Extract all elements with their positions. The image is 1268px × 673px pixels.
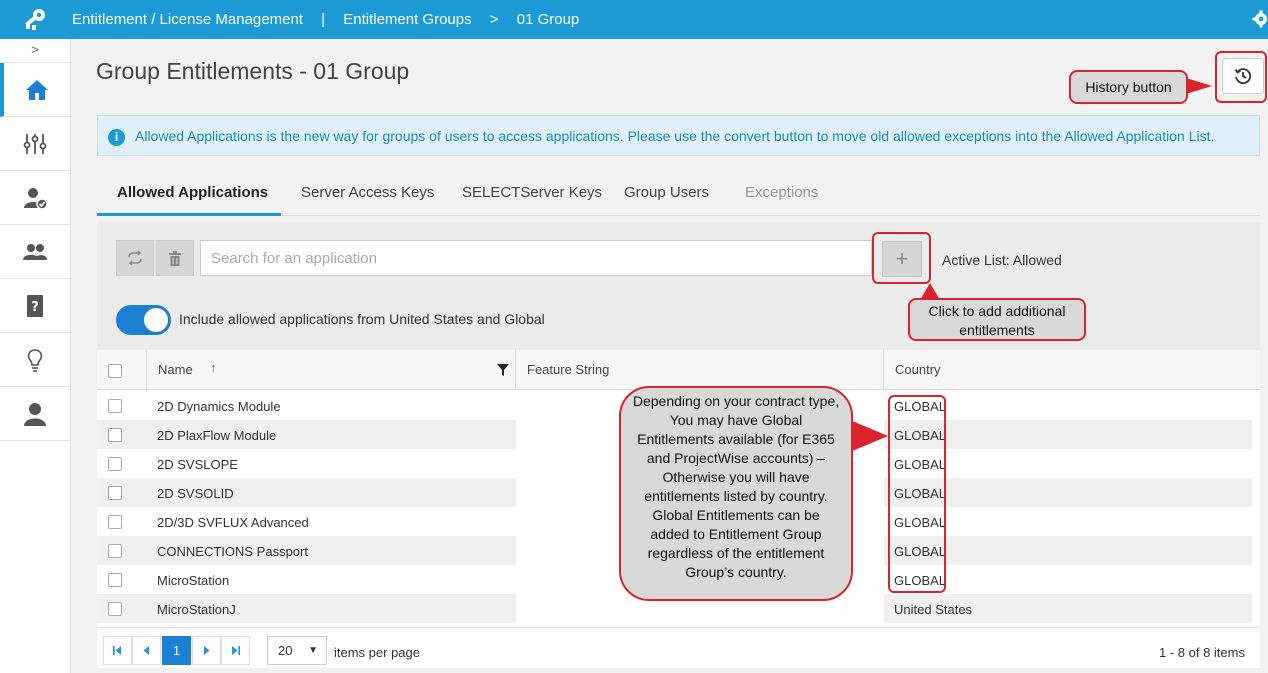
svg-text:?: ? xyxy=(31,300,39,315)
row-checkbox[interactable] xyxy=(108,544,122,558)
breadcrumb-entitlement-groups[interactable]: Entitlement Groups xyxy=(343,11,471,28)
sidebar-expand-toggle[interactable]: > xyxy=(0,39,70,63)
next-page-icon xyxy=(204,646,210,655)
sidebar-item-ideas[interactable] xyxy=(0,333,70,387)
sidebar-item-settings[interactable] xyxy=(0,117,70,171)
profile-icon xyxy=(24,402,46,426)
history-button-callout: History button xyxy=(1069,70,1188,104)
application-search-input[interactable] xyxy=(200,240,872,276)
sidebar-item-profile[interactable] xyxy=(0,387,70,441)
row-name: 2D SVSLOPE xyxy=(157,457,238,472)
last-page-button[interactable] xyxy=(221,636,250,665)
sliders-icon xyxy=(23,133,47,154)
home-icon xyxy=(26,79,48,100)
sort-ascending-icon: ↑ xyxy=(210,360,217,375)
next-page-button[interactable] xyxy=(192,636,221,665)
column-header-country[interactable]: Country xyxy=(883,350,1260,390)
history-callout-pointer xyxy=(1186,78,1212,94)
history-callout-text: History button xyxy=(1085,79,1172,95)
tab-selectserver-keys[interactable]: SELECTServer Keys xyxy=(462,184,602,201)
active-tab-indicator xyxy=(97,213,281,216)
row-name: 2D PlaxFlow Module xyxy=(157,428,277,443)
user-check-icon xyxy=(24,187,48,210)
filter-icon[interactable] xyxy=(497,364,509,376)
info-banner: i Allowed Applications is the new way fo… xyxy=(97,115,1260,156)
row-checkbox[interactable] xyxy=(108,515,122,529)
row-name: 2D SVSOLID xyxy=(157,486,234,501)
column-name-label: Name xyxy=(158,362,193,377)
include-global-label: Include allowed applications from United… xyxy=(179,311,545,327)
gear-icon[interactable] xyxy=(1252,10,1268,28)
users-icon xyxy=(23,243,47,260)
row-name: MicroStationJ xyxy=(157,602,236,617)
sidebar-item-groups[interactable] xyxy=(0,225,70,279)
first-page-icon xyxy=(113,646,121,655)
history-icon xyxy=(1234,68,1252,85)
breadcrumb-current: 01 Group xyxy=(516,11,580,28)
tab-exceptions: Exceptions xyxy=(745,184,819,201)
row-checkbox[interactable] xyxy=(108,486,122,500)
country-global-highlight xyxy=(888,395,946,593)
page-title: Group Entitlements - 01 Group xyxy=(96,58,410,84)
first-page-button[interactable] xyxy=(103,636,132,665)
sidebar: > ? xyxy=(0,39,71,673)
help-book-icon: ? xyxy=(27,294,43,317)
sidebar-item-home[interactable] xyxy=(0,63,70,117)
row-name: MicroStation xyxy=(157,573,230,588)
add-button-callout: Click to add additional entitlements xyxy=(908,298,1086,341)
dropdown-arrow-icon: ▼ xyxy=(308,645,318,656)
column-header-name[interactable]: Name ↑ xyxy=(146,350,516,390)
toggle-knob xyxy=(144,308,168,332)
breadcrumb-app[interactable]: Entitlement / License Management xyxy=(72,11,303,28)
tab-group-users[interactable]: Group Users xyxy=(624,184,709,201)
previous-page-button[interactable] xyxy=(132,636,161,665)
tab-server-access-keys[interactable]: Server Access Keys xyxy=(301,184,434,201)
add-callout-text: Click to add additional entitlements xyxy=(928,303,1066,338)
tab-bar: Allowed Applications Server Access Keys … xyxy=(97,172,1260,216)
page-1-button[interactable]: 1 xyxy=(162,636,191,665)
column-header-feature-string[interactable]: Feature String xyxy=(515,350,884,390)
breadcrumb-arrow: > xyxy=(489,11,499,28)
delete-button[interactable] xyxy=(156,240,194,276)
previous-page-icon xyxy=(143,646,149,655)
row-country: United States xyxy=(894,602,973,617)
pager-summary: 1 - 8 of 8 items xyxy=(1159,645,1245,660)
tab-allowed-applications[interactable]: Allowed Applications xyxy=(117,184,268,201)
lightbulb-icon xyxy=(27,348,43,372)
row-checkbox[interactable] xyxy=(108,428,122,442)
country-callout-pointer xyxy=(850,420,888,452)
row-name: CONNECTIONS Passport xyxy=(157,544,308,559)
sidebar-item-user-approval[interactable] xyxy=(0,171,70,225)
breadcrumb-separator: | xyxy=(321,11,326,28)
last-page-icon xyxy=(232,646,240,655)
add-button-highlight xyxy=(872,232,931,284)
row-checkbox[interactable] xyxy=(108,602,122,616)
convert-arrows-icon xyxy=(128,251,142,265)
page-size-value: 20 xyxy=(278,643,293,658)
country-callout-text: Depending on your contract type, You may… xyxy=(632,393,840,580)
row-checkbox[interactable] xyxy=(108,457,122,471)
key-wrench-logo-icon[interactable] xyxy=(22,8,48,32)
items-per-page-label: items per page xyxy=(334,645,420,660)
active-list-label: Active List: Allowed xyxy=(942,252,1062,268)
top-bar: Entitlement / License Management | Entit… xyxy=(0,0,1268,39)
select-all-checkbox[interactable] xyxy=(108,364,122,378)
grid-header: Name ↑ Feature String Country xyxy=(97,350,1260,390)
country-callout: Depending on your contract type, You may… xyxy=(619,386,853,601)
trash-icon xyxy=(169,250,181,266)
info-icon: i xyxy=(108,129,125,146)
include-global-toggle[interactable] xyxy=(116,305,171,335)
row-checkbox[interactable] xyxy=(108,399,122,413)
row-name: 2D/3D SVFLUX Advanced xyxy=(157,515,309,530)
page-size-select[interactable]: 20 ▼ xyxy=(267,636,327,665)
pager: 1 20 ▼ items per page 1 - 8 of 8 items xyxy=(97,627,1260,668)
history-button[interactable] xyxy=(1222,58,1264,94)
info-message: Allowed Applications is the new way for … xyxy=(135,127,1215,144)
breadcrumb: Entitlement / License Management | Entit… xyxy=(72,11,593,28)
convert-button[interactable] xyxy=(116,240,154,276)
row-checkbox[interactable] xyxy=(108,573,122,587)
row-name: 2D Dynamics Module xyxy=(157,399,281,414)
sidebar-item-help[interactable]: ? xyxy=(0,279,70,333)
